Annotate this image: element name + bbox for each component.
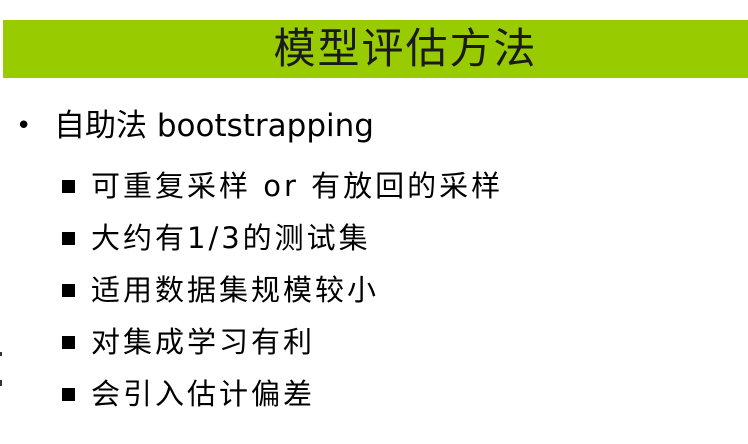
sub-bullet-text: 会引入估计偏差 (91, 377, 316, 411)
sub-bullet-item: 适用数据集规模较小 (62, 264, 503, 316)
sub-bullet-list: 可重复采样 or 有放回的采样 大约有1/3的测试集 适用数据集规模较小 对集成… (62, 160, 503, 420)
main-bullet: • 自助法 bootstrapping (16, 104, 374, 148)
edge-mark (0, 380, 2, 386)
square-bullet-icon (62, 231, 75, 245)
sub-bullet-item: 可重复采样 or 有放回的采样 (62, 160, 503, 212)
sub-bullet-text: 可重复采样 or 有放回的采样 (91, 169, 504, 203)
title-bar: 模型评估方法 (3, 20, 748, 78)
sub-bullet-text: 对集成学习有利 (91, 325, 316, 359)
edge-mark (0, 352, 2, 356)
square-bullet-icon (62, 335, 75, 349)
sub-bullet-item: 大约有1/3的测试集 (62, 212, 503, 264)
main-bullet-text: 自助法 bootstrapping (54, 108, 374, 144)
bullet-dot-icon: • (16, 111, 32, 141)
sub-bullet-text: 适用数据集规模较小 (91, 273, 380, 307)
sub-bullet-text: 大约有1/3的测试集 (91, 221, 371, 255)
square-bullet-icon (62, 283, 75, 297)
square-bullet-icon (62, 179, 75, 193)
sub-bullet-item: 对集成学习有利 (62, 316, 503, 368)
slide: 模型评估方法 • 自助法 bootstrapping 可重复采样 or 有放回的… (0, 0, 748, 444)
sub-bullet-item: 会引入估计偏差 (62, 368, 503, 420)
slide-title: 模型评估方法 (273, 24, 538, 73)
square-bullet-icon (62, 387, 75, 401)
